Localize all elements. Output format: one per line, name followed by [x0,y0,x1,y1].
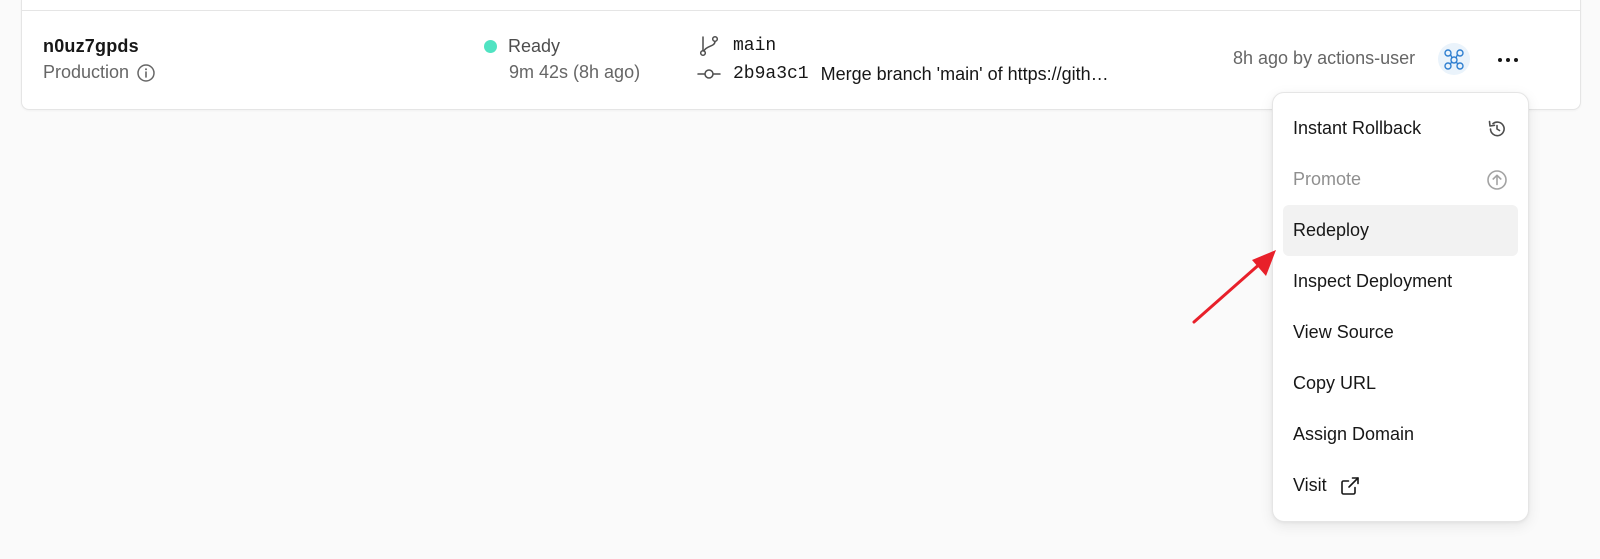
menu-item-label: Redeploy [1293,220,1370,240]
environment-label: Production [43,62,156,83]
menu-item-redeploy[interactable]: Redeploy [1283,205,1518,256]
menu-item-label: Assign Domain [1293,424,1415,444]
status-indicator: Ready [484,36,560,57]
menu-item-label: Copy URL [1293,373,1377,393]
menu-item-visit-content: Visit [1293,475,1361,497]
menu-item-label: Promote [1293,169,1362,189]
menu-item-label: Visit [1293,475,1327,495]
branch-name: main [733,36,777,56]
deployment-meta: 8h ago by actions-user [1233,48,1416,68]
menu-item-label: Inspect Deployment [1293,271,1453,291]
deployment-actions-menu: Instant Rollback Promote Redeploy Inspec… [1272,92,1529,522]
git-commit-icon [697,62,721,86]
status-text: Ready [508,36,561,56]
branch-info[interactable]: main [697,34,776,58]
menu-item-label: View Source [1293,322,1394,342]
environment-text: Production [43,62,130,82]
more-options-button[interactable] [1488,39,1528,79]
commit-message: Merge branch 'main' of https://gith… [820,63,1109,84]
divider [22,10,1580,11]
menu-item-copy-url[interactable]: Copy URL [1283,358,1518,409]
menu-item-promote[interactable]: Promote [1283,154,1518,205]
rollback-icon [1486,118,1508,140]
page: n0uz7gpds Production Ready 9m 42s (8h ag… [0,0,1600,559]
promote-icon [1486,169,1508,191]
build-duration: 9m 42s (8h ago) [509,62,641,82]
annotation-arrow [1192,250,1276,324]
git-branch-icon [697,34,721,58]
menu-item-inspect-deployment[interactable]: Inspect Deployment [1283,256,1518,307]
status-dot [484,40,497,53]
deployment-id[interactable]: n0uz7gpds [43,36,139,57]
menu-item-visit[interactable]: Visit [1283,460,1518,511]
menu-item-instant-rollback[interactable]: Instant Rollback [1283,103,1518,154]
info-icon[interactable] [136,63,156,83]
external-link-icon [1339,475,1361,497]
commit-hash: 2b9a3c1 [733,64,809,84]
menu-item-assign-domain[interactable]: Assign Domain [1283,409,1518,460]
ellipsis-icon [1497,50,1519,68]
avatar[interactable] [1438,43,1470,75]
menu-item-view-source[interactable]: View Source [1283,307,1518,358]
menu-item-label: Instant Rollback [1293,118,1422,138]
commit-info[interactable]: 2b9a3c1 Merge branch 'main' of https://g… [697,62,1109,86]
